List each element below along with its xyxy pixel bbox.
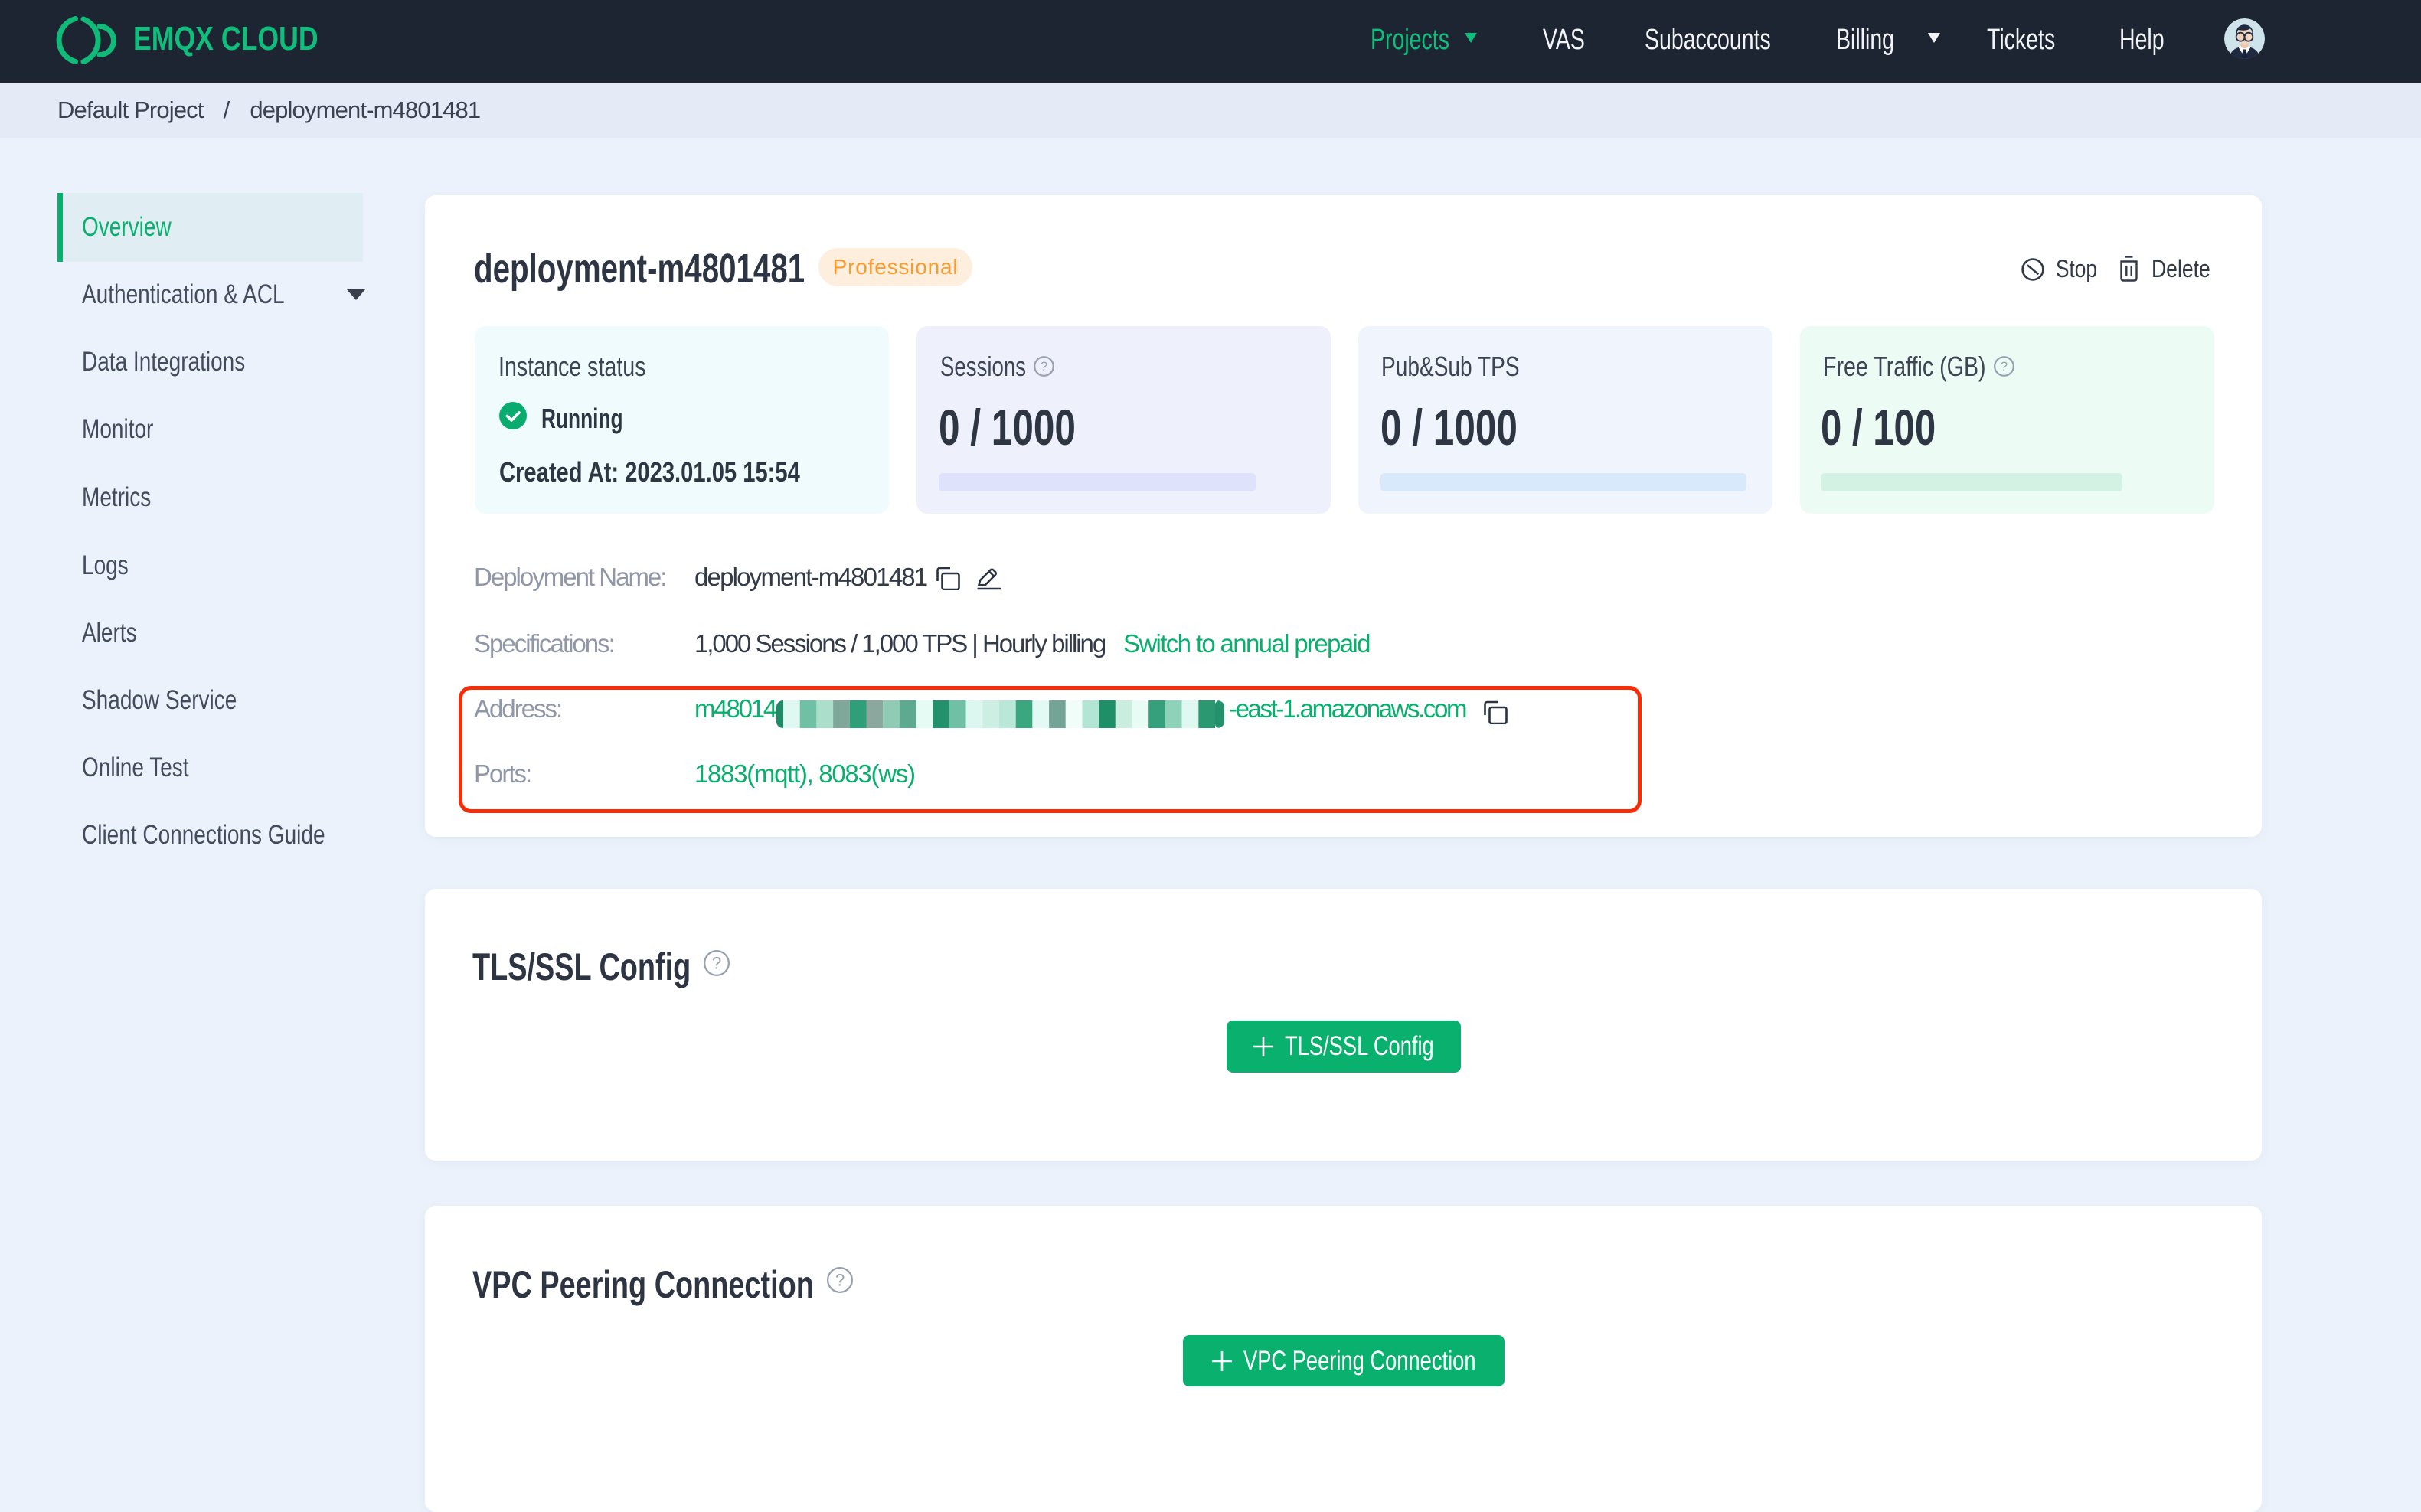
svg-text:?: ? [835, 1270, 845, 1289]
svg-text:?: ? [1041, 359, 1047, 374]
svg-text:?: ? [2001, 359, 2008, 374]
svg-text:?: ? [712, 953, 721, 972]
